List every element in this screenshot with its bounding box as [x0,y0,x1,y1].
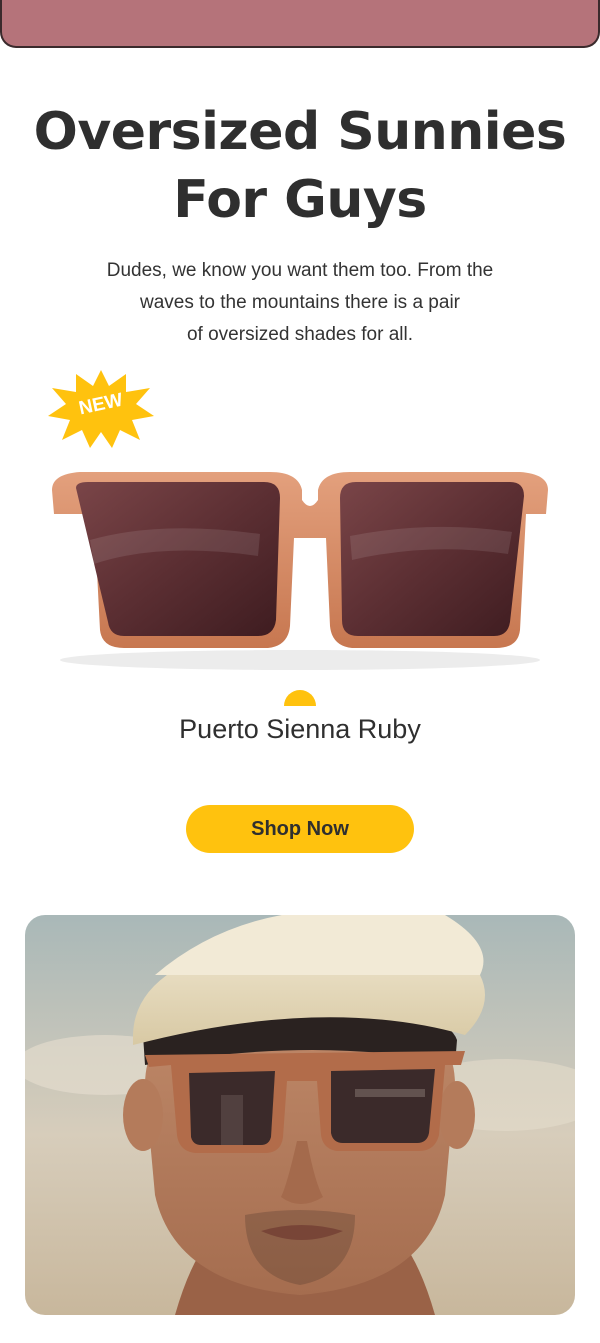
new-badge: NEW [46,366,156,450]
sun-icon [284,690,316,706]
sunglasses-image[interactable] [40,460,560,670]
intro-copy: Dudes, we know you want them too. From t… [60,255,540,351]
subcopy-line-1: Dudes, we know you want them too. From t… [106,260,494,281]
shop-now-button[interactable]: Shop Now [186,805,414,853]
top-banner [0,0,600,48]
page-title: Oversized Sunnies For Guys [0,98,600,234]
product-name[interactable]: Puerto Sienna Ruby [0,714,600,745]
subcopy-line-3: of oversized shades for all. [186,324,413,345]
headline-line-1: Oversized Sunnies [33,102,567,162]
model-photo[interactable] [25,915,575,1315]
subcopy-line-2: waves to the mountains there is a pair [139,292,460,313]
headline-line-2: For Guys [173,170,427,230]
